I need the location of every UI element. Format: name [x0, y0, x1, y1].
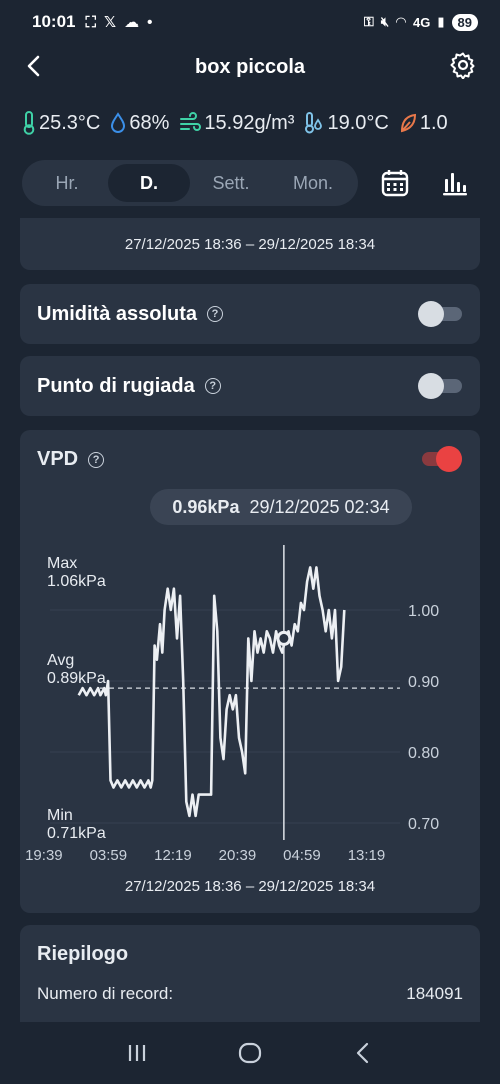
page-title: box piccola: [194, 55, 306, 78]
system-icons: ⚿ 🔇︎ ◠ 4G ▮ 89: [363, 13, 478, 31]
leaf-icon: [400, 113, 416, 133]
bar-chart-icon: [443, 173, 467, 196]
back-nav-icon: [357, 1042, 369, 1064]
y-tick-label: 0.90: [408, 674, 439, 691]
thermometer-icon: [23, 111, 35, 135]
calendar-icon: [381, 170, 409, 197]
metric-dew-point-value: 19.0°C: [327, 111, 389, 134]
network-label: 4G: [413, 14, 431, 30]
status-time: 10:01: [32, 12, 76, 31]
tab-month[interactable]: Mon.: [272, 164, 354, 202]
metric-absolute-humidity-value: 15.92g/m³: [204, 111, 295, 134]
chart-type-button[interactable]: [432, 160, 478, 206]
gear-icon: [450, 52, 475, 79]
x-tick-label: 12:19: [154, 847, 192, 864]
chart-date-range: 27/12/2025 18:36 – 29/12/2025 18:34: [124, 878, 376, 895]
avg-label: Avg: [47, 652, 74, 669]
tooltip-value: 0.96kPa: [172, 496, 240, 517]
help-icon[interactable]: ?: [204, 378, 221, 394]
vpd-chart[interactable]: Max 1.06kPa Avg 0.89kPa Min 0.71kPa 1.00…: [20, 540, 480, 870]
period-tabs: Hr. D. Sett. Mon.: [22, 160, 358, 206]
tab-week[interactable]: Sett.: [190, 164, 272, 202]
x-tick-label: 19:39: [25, 847, 63, 864]
date-range-card: 27/12/2025 18:36 – 29/12/2025 18:34: [20, 218, 480, 270]
max-label: Max: [47, 555, 77, 572]
recent-apps-icon: [128, 1045, 145, 1061]
metric-temperature: 25.3°C: [22, 111, 100, 135]
summary-title: Riepilogo: [37, 943, 129, 965]
mute-icon: 🔇︎: [380, 14, 390, 29]
tab-day[interactable]: D.: [108, 164, 190, 202]
vpd-header: VPD ?: [37, 448, 105, 471]
metric-absolute-humidity: 15.92g/m³: [179, 112, 294, 135]
max-value: 1.06kPa: [47, 573, 106, 590]
metric-dew-point: 19.0°C: [304, 111, 389, 135]
min-label: Min: [47, 807, 73, 824]
dew-point-label: Punto di rugiada: [37, 374, 195, 397]
y-tick-label: 0.80: [408, 745, 439, 762]
y-tick-label: 0.70: [408, 816, 439, 833]
records-row: Numero di record: 184091: [37, 984, 463, 1004]
x-tick-label: 04:59: [283, 847, 321, 864]
signal-icon: ▮: [437, 14, 445, 29]
home-button[interactable]: [230, 1033, 270, 1073]
dot-icon: •: [147, 13, 153, 31]
screenshot-icon: ⛶: [85, 13, 96, 31]
vpd-card: VPD ? 0.96kPa 29/12/2025 02:34 Max 1.06k…: [20, 430, 480, 913]
wind-icon: [180, 112, 202, 131]
metric-vpd-value: 1.0: [419, 111, 448, 134]
dew-point-card: Punto di rugiada ?: [20, 356, 480, 416]
records-label: Numero di record:: [37, 984, 174, 1003]
series-line: [77, 566, 346, 818]
vpd-toggle[interactable]: [418, 446, 462, 472]
battery-badge: 89: [451, 13, 478, 31]
app-bar: box piccola: [0, 44, 500, 90]
help-icon[interactable]: ?: [88, 451, 105, 468]
back-nav-button[interactable]: [343, 1033, 383, 1073]
absolute-humidity-card: Umidità assoluta ?: [20, 284, 480, 344]
x-app-icon: 𝕏: [104, 14, 117, 31]
status-bar: 10:01 ⛶ 𝕏 ☁ • ⚿ 🔇︎ ◠ 4G ▮ 89: [0, 0, 500, 44]
settings-button[interactable]: [448, 50, 478, 80]
x-tick-label: 03:59: [90, 847, 128, 864]
dew-point-toggle[interactable]: [418, 373, 462, 399]
absolute-humidity-toggle[interactable]: [418, 301, 462, 327]
recent-apps-button[interactable]: [117, 1033, 157, 1073]
back-button[interactable]: [20, 52, 48, 80]
metric-humidity-value: 68%: [129, 111, 170, 134]
cloud-icon: ☁: [124, 14, 140, 31]
chevron-left-icon: [27, 55, 40, 77]
wifi-icon: ◠: [396, 14, 407, 29]
x-tick-label: 20:39: [219, 847, 257, 864]
calendar-button[interactable]: [372, 160, 418, 206]
notification-icons: ⛶ 𝕏 ☁ •: [85, 13, 153, 32]
metric-temperature-value: 25.3°C: [39, 111, 101, 134]
min-value: 0.71kPa: [47, 825, 106, 842]
metric-humidity: 68%: [110, 112, 169, 135]
metric-vpd: 1.0: [399, 112, 448, 135]
vpd-label: VPD: [37, 448, 79, 470]
home-icon: [238, 1042, 262, 1064]
cursor-dot: [276, 630, 292, 646]
absolute-humidity-label: Umidità assoluta: [37, 302, 198, 325]
y-tick-label: 1.00: [408, 603, 439, 620]
key-icon: ⚿: [363, 14, 374, 29]
avg-value: 0.89kPa: [47, 670, 106, 687]
help-icon[interactable]: ?: [207, 306, 224, 322]
period-tabs-row: Hr. D. Sett. Mon.: [22, 160, 478, 206]
sensor-metrics: 25.3°C 68% 15.92g/m³ 19.0°C 1.0: [22, 104, 500, 142]
x-tick-label: 13:19: [348, 847, 386, 864]
system-nav-bar: [0, 1022, 500, 1084]
tooltip-time: 29/12/2025 02:34: [249, 496, 390, 517]
date-range-label: 27/12/2025 18:36 – 29/12/2025 18:34: [124, 236, 376, 253]
water-drop-icon: [111, 112, 126, 133]
tab-hour[interactable]: Hr.: [26, 164, 108, 202]
records-value: 184091: [406, 984, 463, 1003]
chart-tooltip: 0.96kPa 29/12/2025 02:34: [150, 489, 412, 525]
dew-point-icon: [305, 112, 323, 134]
